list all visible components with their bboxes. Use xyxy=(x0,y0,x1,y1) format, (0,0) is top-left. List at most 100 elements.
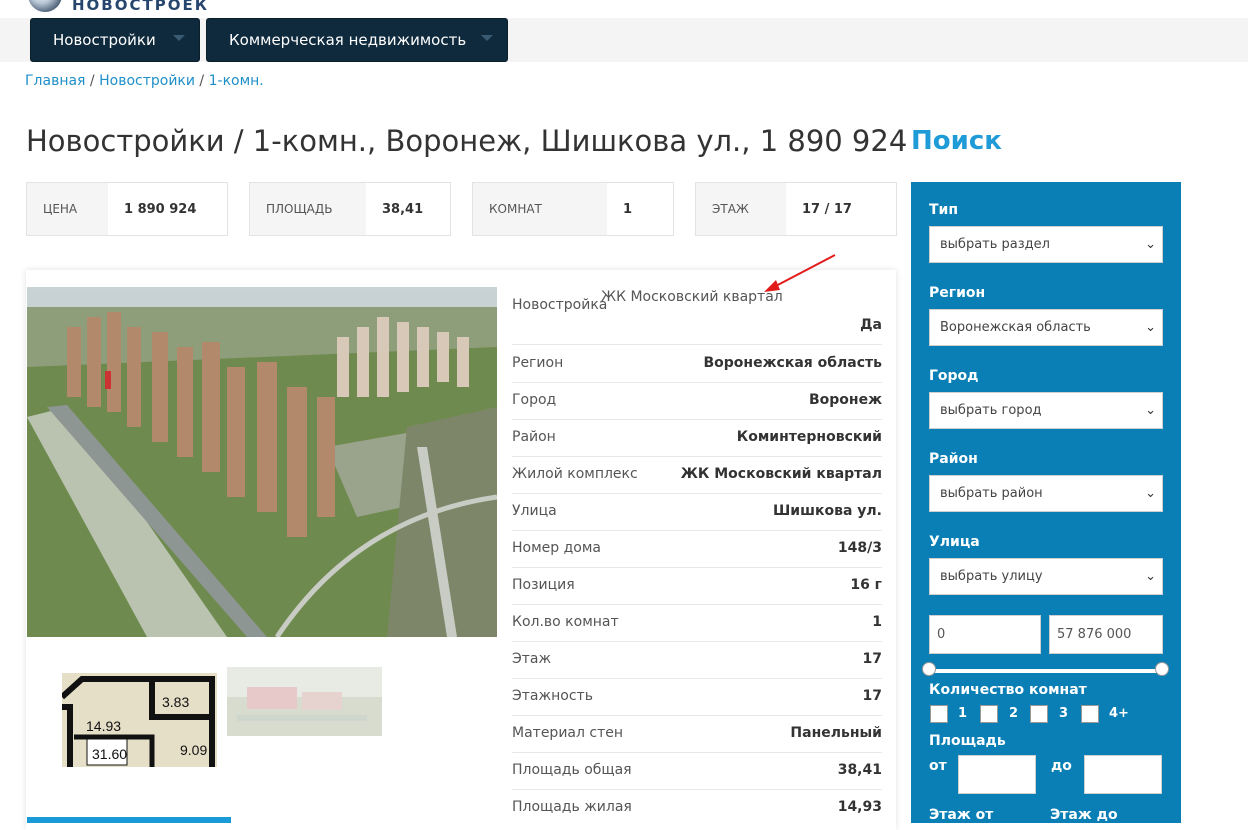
detail-key: Площадь жилая xyxy=(512,799,632,815)
detail-value: ЖК Московский квартал xyxy=(680,466,882,482)
detail-value: 17 xyxy=(862,688,882,704)
detail-key: Новостройка xyxy=(512,297,608,313)
price-min-input[interactable]: 0 xyxy=(929,615,1041,654)
area-to-label: до xyxy=(1051,758,1072,774)
rooms-4plus-label: 4+ xyxy=(1109,706,1129,721)
detail-row-novostroyka: Новостройка Да xyxy=(512,290,882,345)
detail-value: 148/3 xyxy=(837,540,882,556)
district-label: Район xyxy=(929,451,978,467)
price-min-value: 0 xyxy=(937,627,946,642)
detail-value: Воронеж xyxy=(808,392,882,408)
floorplan-room-label: 14.93 xyxy=(86,718,121,734)
detail-key: Регион xyxy=(512,355,564,371)
search-panel: Тип выбрать раздел ⌄ Регион Воронежская … xyxy=(911,182,1181,823)
floor-from-label: Этаж от xyxy=(929,807,994,823)
city-select-value: выбрать город xyxy=(940,403,1042,418)
city-label: Город xyxy=(929,368,979,384)
region-select-value: Воронежская область xyxy=(940,320,1091,335)
floorplan-room-label: 3.83 xyxy=(162,694,189,710)
detail-value: Шишкова ул. xyxy=(773,503,882,519)
detail-key: Этаж xyxy=(512,651,552,667)
detail-value: Да xyxy=(860,317,882,333)
region-label: Регион xyxy=(929,285,986,301)
detail-key: Город xyxy=(512,392,557,408)
street-label: Улица xyxy=(929,534,980,550)
type-select-value: выбрать раздел xyxy=(940,237,1050,252)
chevron-down-icon: ⌄ xyxy=(1145,320,1156,335)
detail-row: Район Коминтерновский xyxy=(512,419,882,457)
nav-item-commercial[interactable]: Коммерческая недвижимость xyxy=(206,18,508,62)
floorplan-room-label: 31.60 xyxy=(92,746,127,762)
breadcrumb-separator: / xyxy=(85,73,100,89)
price-max-input[interactable]: 57 876 000 xyxy=(1049,615,1163,654)
area-label: Площадь xyxy=(929,733,1006,749)
chevron-down-icon: ⌄ xyxy=(1145,569,1156,584)
detail-row: Этаж 17 xyxy=(512,641,882,679)
stat-label: ПЛОЩАДЬ xyxy=(250,183,366,235)
action-button-partial[interactable] xyxy=(27,817,231,823)
detail-key: Жилой комплекс xyxy=(512,466,638,482)
rooms-3-checkbox[interactable] xyxy=(1030,705,1048,723)
street-select[interactable]: выбрать улицу ⌄ xyxy=(929,558,1163,595)
price-slider-track[interactable] xyxy=(929,669,1162,673)
detail-key: Площадь общая xyxy=(512,762,632,778)
detail-key: Этажность xyxy=(512,688,593,704)
main-navbar: Новостройки Коммерческая недвижимость xyxy=(0,18,1248,62)
detail-row: Площадь общая 38,41 xyxy=(512,752,882,790)
nav-item-label: Коммерческая недвижимость xyxy=(229,31,467,49)
price-slider-min-handle[interactable] xyxy=(922,662,936,676)
detail-value: 1 xyxy=(872,614,882,630)
rooms-2-checkbox[interactable] xyxy=(980,705,998,723)
detail-row: Улица Шишкова ул. xyxy=(512,493,882,531)
rooms-label: Количество комнат xyxy=(929,682,1087,698)
district-select[interactable]: выбрать район ⌄ xyxy=(929,475,1163,512)
stat-value: 1 xyxy=(623,201,633,217)
detail-value: 17 xyxy=(862,651,882,667)
rooms-1-checkbox[interactable] xyxy=(930,705,948,723)
stat-value: 1 890 924 xyxy=(124,201,197,217)
area-from-input[interactable] xyxy=(958,755,1036,794)
stat-area: ПЛОЩАДЬ 38,41 xyxy=(249,182,451,236)
main-photo[interactable] xyxy=(27,287,497,637)
breadcrumb: Главная / Новостройки / 1-комн. xyxy=(25,73,264,89)
chevron-down-icon: ⌄ xyxy=(1145,486,1156,501)
nav-item-novostroyki[interactable]: Новостройки xyxy=(30,18,200,62)
stat-label: ЭТАЖ xyxy=(696,183,786,235)
detail-value: Коминтерновский xyxy=(736,429,882,445)
region-select[interactable]: Воронежская область ⌄ xyxy=(929,309,1163,346)
breadcrumb-section-link[interactable]: Новостройки xyxy=(99,73,195,89)
detail-row: Регион Воронежская область xyxy=(512,345,882,383)
type-select[interactable]: выбрать раздел ⌄ xyxy=(929,226,1163,263)
stat-rooms: КОМНАТ 1 xyxy=(472,182,674,236)
chevron-down-icon xyxy=(173,35,185,41)
detail-row: Материал стен Панельный xyxy=(512,715,882,753)
detail-row: Город Воронеж xyxy=(512,382,882,420)
chevron-down-icon: ⌄ xyxy=(1145,237,1156,252)
detail-row: Позиция 16 г xyxy=(512,567,882,605)
chevron-down-icon: ⌄ xyxy=(1145,403,1156,418)
detail-key: Район xyxy=(512,429,556,445)
breadcrumb-current-link[interactable]: 1-комн. xyxy=(209,73,264,89)
detail-value: 16 г xyxy=(850,577,882,593)
detail-value: 14,93 xyxy=(837,799,882,815)
breadcrumb-home-link[interactable]: Главная xyxy=(25,73,85,89)
floor-to-label: Этаж до xyxy=(1050,807,1118,823)
detail-row: Номер дома 148/3 xyxy=(512,530,882,568)
floorplan-thumbnail[interactable]: 14.93 3.83 31.60 9.09 xyxy=(62,667,217,767)
detail-row: Кол.во комнат 1 xyxy=(512,604,882,642)
faded-photo-image xyxy=(227,667,382,736)
detail-value: 38,41 xyxy=(837,762,882,778)
floorplan-image: 14.93 3.83 31.60 9.09 xyxy=(62,667,217,767)
stat-price: ЦЕНА 1 890 924 xyxy=(26,182,228,236)
city-select[interactable]: выбрать город ⌄ xyxy=(929,392,1163,429)
logo-text: НОВОСТРОЕК xyxy=(72,0,209,14)
detail-value: Воронежская область xyxy=(703,355,883,371)
area-to-input[interactable] xyxy=(1084,755,1162,794)
page-title: Новостройки / 1-комн., Воронеж, Шишкова … xyxy=(26,124,908,158)
detail-key: Улица xyxy=(512,503,557,519)
photo-thumbnail[interactable] xyxy=(227,667,382,736)
rooms-4plus-checkbox[interactable] xyxy=(1081,705,1099,723)
price-slider-max-handle[interactable] xyxy=(1155,662,1169,676)
area-from-label: от xyxy=(929,758,947,774)
stat-value: 17 / 17 xyxy=(802,201,852,217)
